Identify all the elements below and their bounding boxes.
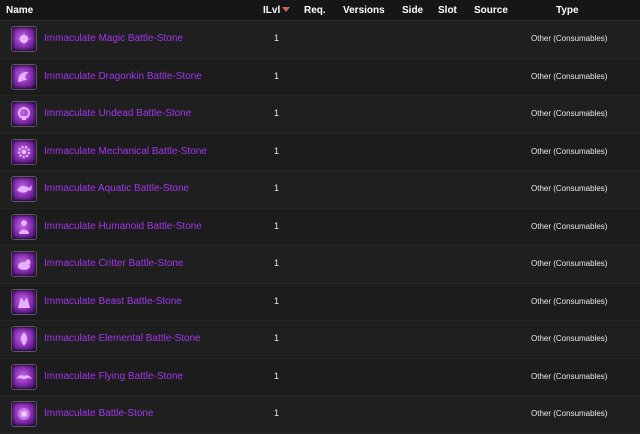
item-level: 1 bbox=[274, 145, 280, 156]
item-name-link[interactable]: Immaculate Elemental Battle-Stone bbox=[44, 333, 201, 344]
column-header-slot[interactable]: Slot bbox=[438, 5, 457, 16]
item-name-link[interactable]: Immaculate Critter Battle-Stone bbox=[44, 258, 184, 269]
item-name-link[interactable]: Immaculate Battle-Stone bbox=[44, 408, 154, 419]
item-type[interactable]: Other (Consumables) bbox=[531, 72, 607, 81]
item-name-link[interactable]: Immaculate Mechanical Battle-Stone bbox=[44, 146, 207, 157]
item-name-link[interactable]: Immaculate Undead Battle-Stone bbox=[44, 108, 191, 119]
table-row[interactable]: Immaculate Critter Battle-Stone 1 Other (C… bbox=[0, 246, 640, 284]
battle-stone-icon[interactable] bbox=[11, 401, 37, 427]
item-name-link[interactable]: Immaculate Dragonkin Battle-Stone bbox=[44, 71, 202, 82]
table-body: Immaculate Magic Battle-Stone 1 Other (Con… bbox=[0, 21, 640, 434]
humanoid-stone-icon[interactable] bbox=[11, 213, 37, 240]
table-header: Name ILvl Req. Versions Side Slot Source… bbox=[0, 0, 640, 21]
flying-stone-icon[interactable] bbox=[11, 363, 37, 390]
table-row[interactable]: Immaculate Dragonkin Battle-Stone 1 Other … bbox=[0, 58, 640, 96]
table-row[interactable]: Immaculate Aquatic Battle-Stone 1 Other (C… bbox=[0, 171, 640, 209]
column-header-req[interactable]: Req. bbox=[304, 5, 326, 16]
item-name-link[interactable]: Immaculate Magic Battle-Stone bbox=[44, 33, 183, 44]
elemental-stone-icon[interactable] bbox=[11, 326, 37, 352]
column-header-ilvl-label: ILvl bbox=[263, 5, 281, 16]
item-level: 1 bbox=[274, 370, 280, 381]
item-type[interactable]: Other (Consumables) bbox=[531, 297, 607, 306]
critter-stone-icon[interactable] bbox=[11, 251, 37, 277]
item-type[interactable]: Other (Consumables) bbox=[531, 334, 607, 343]
item-name-link[interactable]: Immaculate Aquatic Battle-Stone bbox=[44, 183, 189, 194]
column-header-source[interactable]: Source bbox=[474, 5, 508, 16]
item-level: 1 bbox=[274, 108, 280, 118]
table-row[interactable]: Immaculate Undead Battle-Stone 1 Other (Co… bbox=[0, 96, 640, 134]
table-row[interactable]: Immaculate Battle-Stone 1 Other (Consumabl… bbox=[0, 396, 640, 434]
item-type[interactable]: Other (Consumables) bbox=[531, 184, 607, 193]
magic-stone-icon[interactable] bbox=[11, 26, 37, 52]
item-type[interactable]: Other (Consumables) bbox=[531, 147, 607, 156]
item-type[interactable]: Other (Consumables) bbox=[531, 109, 607, 118]
item-type[interactable]: Other (Consumables) bbox=[531, 34, 607, 43]
item-level: 1 bbox=[274, 295, 280, 306]
column-header-side[interactable]: Side bbox=[402, 5, 423, 16]
sort-descending-icon bbox=[282, 7, 291, 12]
item-level: 1 bbox=[274, 220, 280, 231]
table-row[interactable]: Immaculate Magic Battle-Stone 1 Other (Con… bbox=[0, 21, 640, 59]
beast-stone-icon[interactable] bbox=[11, 288, 37, 315]
column-header-name[interactable]: Name bbox=[6, 5, 33, 16]
item-level: 1 bbox=[274, 70, 280, 81]
item-level: 1 bbox=[274, 258, 280, 268]
table-row[interactable]: Immaculate Humanoid Battle-Stone 1 Other (… bbox=[0, 208, 640, 246]
mechanical-stone-icon[interactable] bbox=[11, 138, 37, 165]
item-type[interactable]: Other (Consumables) bbox=[531, 409, 607, 418]
item-level: 1 bbox=[274, 333, 280, 343]
item-level: 1 bbox=[274, 33, 280, 43]
item-name-link[interactable]: Immaculate Humanoid Battle-Stone bbox=[44, 221, 202, 232]
item-type[interactable]: Other (Consumables) bbox=[531, 222, 607, 231]
item-type[interactable]: Other (Consumables) bbox=[531, 259, 607, 268]
aquatic-stone-icon[interactable] bbox=[11, 176, 37, 202]
table-row[interactable]: Immaculate Elemental Battle-Stone 1 Other … bbox=[0, 321, 640, 359]
item-name-link[interactable]: Immaculate Beast Battle-Stone bbox=[44, 296, 182, 307]
table-row[interactable]: Immaculate Flying Battle-Stone 1 Other (Co… bbox=[0, 358, 640, 396]
item-level: 1 bbox=[274, 183, 280, 193]
column-header-type[interactable]: Type bbox=[556, 5, 579, 16]
column-header-ilvl[interactable]: ILvl bbox=[263, 5, 291, 16]
table-row[interactable]: Immaculate Mechanical Battle-Stone 1 Other… bbox=[0, 133, 640, 171]
dragonkin-stone-icon[interactable] bbox=[11, 63, 37, 90]
column-header-versions[interactable]: Versions bbox=[343, 5, 385, 16]
undead-stone-icon[interactable] bbox=[11, 101, 37, 127]
item-table: Name ILvl Req. Versions Side Slot Source… bbox=[0, 0, 640, 434]
table-row[interactable]: Immaculate Beast Battle-Stone 1 Other (Con… bbox=[0, 283, 640, 321]
item-type[interactable]: Other (Consumables) bbox=[531, 372, 607, 381]
item-level: 1 bbox=[274, 408, 280, 418]
item-name-link[interactable]: Immaculate Flying Battle-Stone bbox=[44, 371, 183, 382]
